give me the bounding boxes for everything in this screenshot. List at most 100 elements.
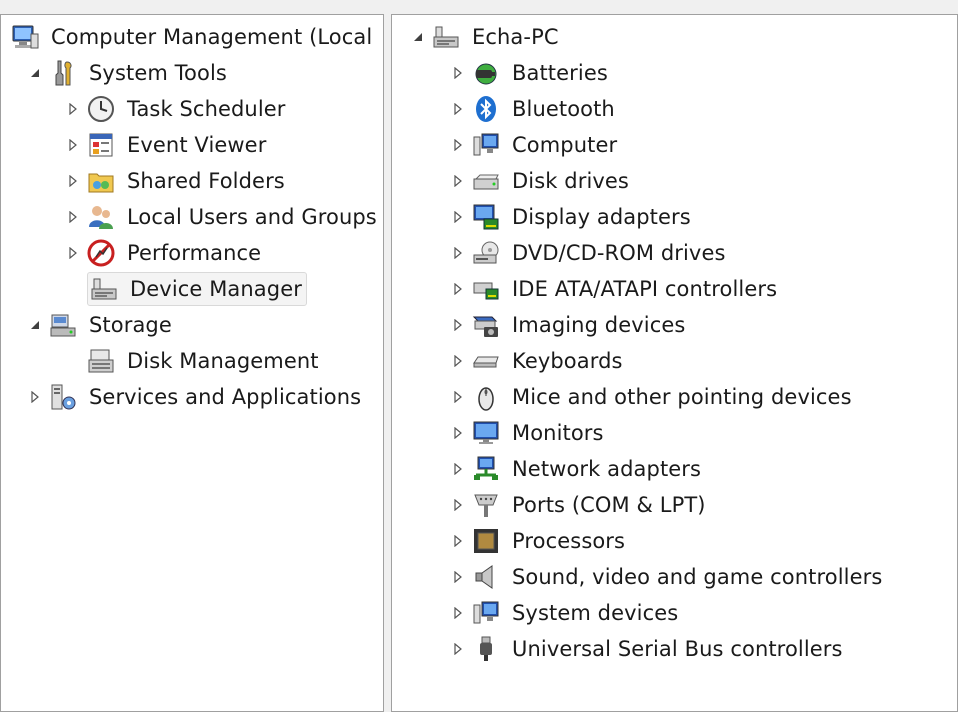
performance-icon	[87, 239, 115, 267]
disk-drive-icon	[472, 167, 500, 195]
collapse-arrow-icon[interactable]	[27, 317, 43, 333]
keyboard-icon	[472, 347, 500, 375]
device-category-display-adapters[interactable]: Display adapters	[450, 199, 695, 235]
device-category-disk-drives[interactable]: Disk drives	[450, 163, 633, 199]
tree-item-label: Network adapters	[512, 457, 702, 481]
collapse-arrow-icon[interactable]	[410, 29, 426, 45]
system-devices-icon	[472, 599, 500, 627]
device-tree-pane[interactable]: Echa-PC Batteries Bluetooth Computer Dis…	[391, 14, 958, 712]
tree-item-event-viewer[interactable]: Event Viewer	[65, 127, 270, 163]
expand-arrow-icon[interactable]	[65, 209, 81, 225]
tree-item-device-manager[interactable]: Device Manager	[65, 271, 307, 307]
expand-arrow-icon[interactable]	[450, 173, 466, 189]
tree-item-label: Storage	[89, 313, 172, 337]
expand-arrow-icon[interactable]	[27, 389, 43, 405]
expand-arrow-icon[interactable]	[450, 425, 466, 441]
expand-arrow-icon[interactable]	[450, 641, 466, 657]
expand-arrow-icon[interactable]	[65, 137, 81, 153]
bluetooth-icon	[472, 95, 500, 123]
tree-item-label: Event Viewer	[127, 133, 267, 157]
expand-arrow-icon[interactable]	[65, 245, 81, 261]
services-icon	[49, 383, 77, 411]
device-category-system-devices[interactable]: System devices	[450, 595, 682, 631]
tree-item-label: Ports (COM & LPT)	[512, 493, 706, 517]
tree-item-storage[interactable]: Storage	[27, 307, 176, 343]
device-category-sound-video-and-game-controllers[interactable]: Sound, video and game controllers	[450, 559, 886, 595]
console-tree-pane[interactable]: Computer Management (Local System Tools …	[0, 14, 384, 712]
tree-item-computer-management[interactable]: Computer Management (Local	[11, 19, 376, 55]
expand-arrow-icon[interactable]	[450, 569, 466, 585]
monitor-icon	[472, 419, 500, 447]
expand-arrow-icon[interactable]	[450, 353, 466, 369]
device-category-processors[interactable]: Processors	[450, 523, 629, 559]
users-icon	[87, 203, 115, 231]
tree-item-label: Task Scheduler	[127, 97, 286, 121]
disk-management-icon	[87, 347, 115, 375]
expand-arrow-icon[interactable]	[450, 533, 466, 549]
device-category-bluetooth[interactable]: Bluetooth	[450, 91, 619, 127]
tree-item-services-and-applications[interactable]: Services and Applications	[27, 379, 365, 415]
expand-arrow-icon[interactable]	[450, 209, 466, 225]
tree-item-task-scheduler[interactable]: Task Scheduler	[65, 91, 290, 127]
processor-icon	[472, 527, 500, 555]
device-category-dvd-cd-rom-drives[interactable]: DVD/CD-ROM drives	[450, 235, 730, 271]
tree-item-label: Computer Management (Local	[51, 25, 373, 49]
event-viewer-icon	[87, 131, 115, 159]
device-category-imaging-devices[interactable]: Imaging devices	[450, 307, 689, 343]
computer-management-icon	[11, 23, 39, 51]
tree-item-echa-pc[interactable]: Echa-PC	[410, 19, 563, 55]
speaker-icon	[472, 563, 500, 591]
tree-item-shared-folders[interactable]: Shared Folders	[65, 163, 289, 199]
computer-icon	[472, 131, 500, 159]
tree-item-label: Echa-PC	[472, 25, 559, 49]
expand-arrow-icon[interactable]	[65, 101, 81, 117]
device-category-keyboards[interactable]: Keyboards	[450, 343, 627, 379]
device-category-mice-and-other-pointing-devices[interactable]: Mice and other pointing devices	[450, 379, 856, 415]
device-category-computer[interactable]: Computer	[450, 127, 621, 163]
expand-arrow-icon[interactable]	[450, 245, 466, 261]
tree-item-label: Sound, video and game controllers	[512, 565, 883, 589]
tree-item-label: Device Manager	[130, 277, 302, 301]
tree-item-label: Display adapters	[512, 205, 691, 229]
tree-item-system-tools[interactable]: System Tools	[27, 55, 231, 91]
device-category-ports-com-lpt[interactable]: Ports (COM & LPT)	[450, 487, 710, 523]
ide-controller-icon	[472, 275, 500, 303]
tree-item-label: System devices	[512, 601, 679, 625]
tree-item-label: Performance	[127, 241, 262, 265]
device-manager-icon	[90, 275, 118, 303]
tree-item-disk-management[interactable]: Disk Management	[65, 343, 323, 379]
mouse-icon	[472, 383, 500, 411]
expand-arrow-icon[interactable]	[450, 65, 466, 81]
expand-arrow-icon[interactable]	[450, 497, 466, 513]
expand-arrow-icon[interactable]	[450, 605, 466, 621]
tree-item-label: Disk Management	[127, 349, 319, 373]
device-category-monitors[interactable]: Monitors	[450, 415, 608, 451]
device-category-universal-serial-bus-controllers[interactable]: Universal Serial Bus controllers	[450, 631, 847, 667]
tree-item-label: Disk drives	[512, 169, 629, 193]
dvd-drive-icon	[472, 239, 500, 267]
expand-arrow-icon[interactable]	[450, 137, 466, 153]
device-category-batteries[interactable]: Batteries	[450, 55, 612, 91]
network-icon	[472, 455, 500, 483]
tree-item-label: Mice and other pointing devices	[512, 385, 852, 409]
clock-icon	[87, 95, 115, 123]
collapse-arrow-icon[interactable]	[27, 65, 43, 81]
tree-item-local-users-and-groups[interactable]: Local Users and Groups	[65, 199, 381, 235]
tree-item-label: IDE ATA/ATAPI controllers	[512, 277, 778, 301]
computer-root-icon	[432, 23, 460, 51]
tree-item-label: Monitors	[512, 421, 604, 445]
expand-arrow-icon[interactable]	[65, 173, 81, 189]
expand-arrow-icon[interactable]	[450, 461, 466, 477]
tree-item-label: Processors	[512, 529, 626, 553]
expand-arrow-icon[interactable]	[450, 317, 466, 333]
camera-icon	[472, 311, 500, 339]
expand-arrow-icon[interactable]	[450, 101, 466, 117]
tools-icon	[49, 59, 77, 87]
tree-item-label: DVD/CD-ROM drives	[512, 241, 726, 265]
selection-highlight: Device Manager	[87, 272, 307, 306]
device-category-network-adapters[interactable]: Network adapters	[450, 451, 705, 487]
expand-arrow-icon[interactable]	[450, 281, 466, 297]
device-category-ide-ata-atapi-controllers[interactable]: IDE ATA/ATAPI controllers	[450, 271, 781, 307]
expand-arrow-icon[interactable]	[450, 389, 466, 405]
tree-item-performance[interactable]: Performance	[65, 235, 265, 271]
